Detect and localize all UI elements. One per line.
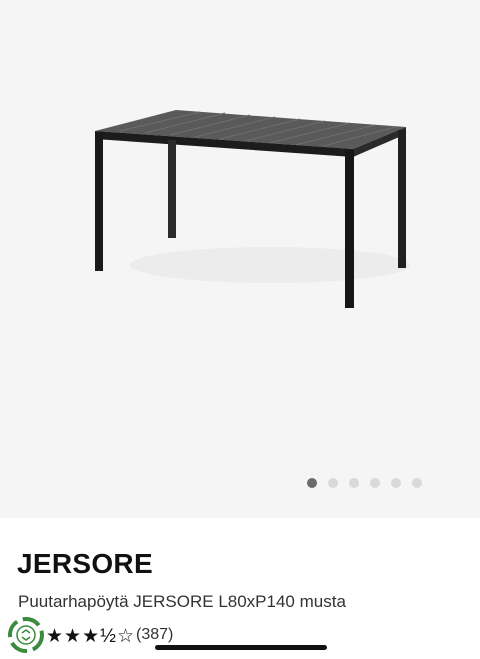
sustainability-badge-icon [8, 617, 44, 653]
pagination-dot[interactable] [328, 478, 338, 488]
product-title: JERSORE [17, 548, 153, 579]
pagination-dot[interactable] [412, 478, 422, 488]
pagination-dot[interactable] [349, 478, 359, 488]
home-indicator[interactable] [155, 645, 327, 650]
product-image-gallery[interactable] [0, 0, 480, 518]
pagination-dot[interactable] [391, 478, 401, 488]
pagination-dot[interactable] [370, 478, 380, 488]
product-image[interactable] [0, 0, 480, 460]
image-pagination[interactable] [0, 478, 480, 490]
product-description: Puutarhapöytä JERSORE L80xP140 musta [18, 592, 346, 611]
pagination-dot[interactable] [307, 478, 317, 488]
star-rating: ★★★½☆ [46, 626, 135, 647]
review-count[interactable]: (387) [136, 626, 173, 644]
